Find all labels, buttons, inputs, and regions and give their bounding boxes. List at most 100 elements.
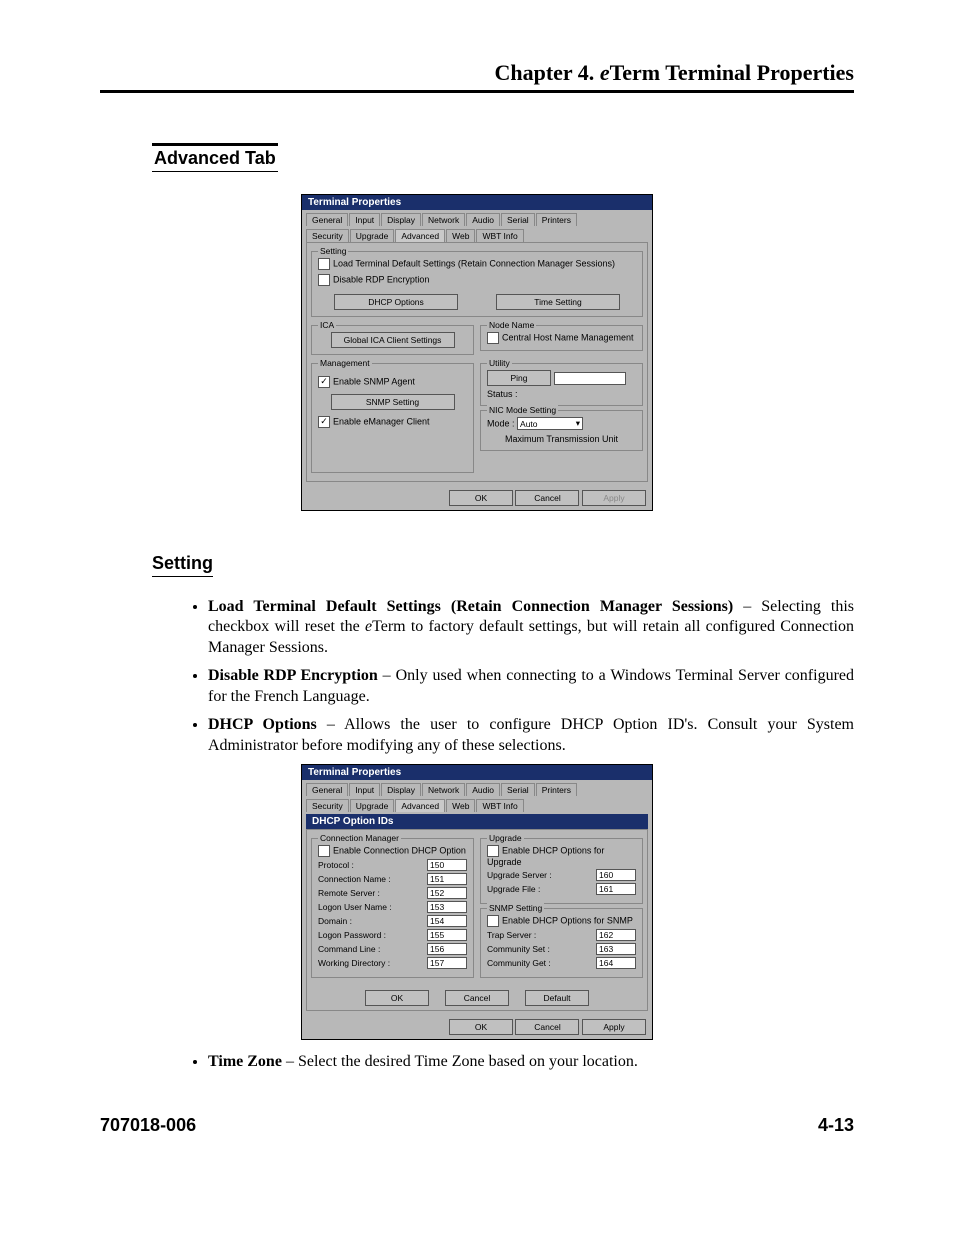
page-footer: 707018-006 4-13 [100,1115,854,1136]
tab-security[interactable]: Security [306,229,349,242]
tab-wbt-info[interactable]: WBT Info [476,229,523,242]
tab-network-2[interactable]: Network [422,783,465,796]
legend-node-name: Node Name [487,320,536,330]
field-label: Upgrade Server : [487,870,596,880]
field-label: Trap Server : [487,930,596,940]
connection-name-input[interactable]: 151 [427,873,467,885]
bullet-load-default: Load Terminal Default Settings (Retain C… [208,597,854,658]
tab-input[interactable]: Input [349,213,380,226]
working-dir-input[interactable]: 157 [427,957,467,969]
apply-button[interactable]: Apply [582,490,646,506]
checkbox-enable-upgrade-dhcp[interactable] [487,845,499,857]
tab-network[interactable]: Network [422,213,465,226]
tab-printers[interactable]: Printers [536,213,577,226]
tab-web-2[interactable]: Web [446,799,475,812]
snmp-setting-button[interactable]: SNMP Setting [331,394,455,410]
checkbox-load-default[interactable] [318,258,330,270]
section-advanced-tab: Advanced Tab [152,143,278,172]
protocol-input[interactable]: 150 [427,859,467,871]
time-setting-button[interactable]: Time Setting [496,294,620,310]
checkbox-enable-snmp[interactable] [318,376,330,388]
cancel-button[interactable]: Cancel [515,490,579,506]
document-page: Chapter 4. eTerm Terminal Properties Adv… [0,0,954,1176]
dhcp-options-button[interactable]: DHCP Options [334,294,458,310]
apply-button-2[interactable]: Apply [582,1019,646,1035]
row-disable-rdp: Disable RDP Encryption [318,274,636,286]
inner-ok-button[interactable]: OK [365,990,429,1006]
group-connection-manager: Connection Manager Enable Connection DHC… [311,838,474,978]
ok-button-2[interactable]: OK [449,1019,513,1035]
inner-cancel-button[interactable]: Cancel [445,990,509,1006]
footer-page-number: 4-13 [818,1115,854,1136]
dialog-titlebar-2: Terminal Properties [302,765,652,780]
checkbox-disable-rdp[interactable] [318,274,330,286]
tab-web[interactable]: Web [446,229,475,242]
dialog-button-row: OK Cancel Apply [302,486,652,510]
chapter-italic-e: e [600,60,610,85]
bullet-bold: Time Zone [208,1053,282,1070]
upgrade-server-input[interactable]: 160 [596,869,636,881]
checkbox-enable-cm-dhcp[interactable] [318,845,330,857]
dialog-panel-2: Connection Manager Enable Connection DHC… [306,829,648,1011]
tab-upgrade[interactable]: Upgrade [350,229,395,242]
remote-server-input[interactable]: 152 [427,887,467,899]
screenshot-terminal-properties-advanced: Terminal Properties General Input Displa… [100,194,854,511]
group-snmp-setting: SNMP Setting Enable DHCP Options for SNM… [480,908,643,978]
ok-button[interactable]: OK [449,490,513,506]
tab-audio[interactable]: Audio [466,213,500,226]
label-load-default: Load Terminal Default Settings (Retain C… [333,258,615,268]
tab-input-2[interactable]: Input [349,783,380,796]
logon-user-input[interactable]: 153 [427,901,467,913]
tab-advanced-2[interactable]: Advanced [395,799,445,812]
trap-server-input[interactable]: 162 [596,929,636,941]
upgrade-file-input[interactable]: 161 [596,883,636,895]
ica-settings-button[interactable]: Global ICA Client Settings [331,332,455,348]
chapter-header: Chapter 4. eTerm Terminal Properties [100,60,854,93]
ping-input[interactable] [554,372,626,385]
legend-setting: Setting [318,246,348,256]
label-enable-snmp-dhcp: Enable DHCP Options for SNMP [502,916,633,926]
tabs-row-1: General Input Display Network Audio Seri… [302,210,652,226]
tab-general-2[interactable]: General [306,783,348,796]
tab-printers-2[interactable]: Printers [536,783,577,796]
label-enable-emanager: Enable eManager Client [333,416,430,426]
tab-security-2[interactable]: Security [306,799,349,812]
field-label: Protocol : [318,860,427,870]
tab-upgrade-2[interactable]: Upgrade [350,799,395,812]
bullet-bold: DHCP Options [208,716,317,733]
mode-select[interactable]: Auto▾ [517,417,583,430]
bullet-dhcp-options: DHCP Options – Allows the user to config… [208,715,854,756]
ping-button[interactable]: Ping [487,370,551,386]
tab-wbt-info-2[interactable]: WBT Info [476,799,523,812]
logon-password-input[interactable]: 155 [427,929,467,941]
chapter-rest: Term Terminal Properties [610,60,854,85]
tab-display[interactable]: Display [381,213,421,226]
footer-doc-number: 707018-006 [100,1115,196,1136]
tab-display-2[interactable]: Display [381,783,421,796]
tab-general[interactable]: General [306,213,348,226]
bullet-time-zone: Time Zone – Select the desired Time Zone… [208,1052,854,1072]
dialog-dhcp-option-ids: Terminal Properties General Input Displa… [301,764,653,1040]
checkbox-enable-snmp-dhcp[interactable] [487,915,499,927]
bullet-list-1: Load Terminal Default Settings (Retain C… [208,597,854,756]
domain-input[interactable]: 154 [427,915,467,927]
tab-serial[interactable]: Serial [501,213,535,226]
inner-button-row: OK Cancel Default [311,990,643,1006]
chapter-prefix: Chapter 4. [494,60,599,85]
screenshot-dhcp-option-ids: Terminal Properties General Input Displa… [100,764,854,1040]
group-utility: Utility Ping Status : [480,363,643,406]
group-setting: Setting Load Terminal Default Settings (… [311,251,643,317]
inner-default-button[interactable]: Default [525,990,589,1006]
checkbox-enable-emanager[interactable] [318,416,330,428]
tab-audio-2[interactable]: Audio [466,783,500,796]
checkbox-central-host[interactable] [487,332,499,344]
legend-ica: ICA [318,320,336,330]
cancel-button-2[interactable]: Cancel [515,1019,579,1035]
mtu-label: Maximum Transmission Unit [487,434,636,444]
community-set-input[interactable]: 163 [596,943,636,955]
dialog-terminal-properties: Terminal Properties General Input Displa… [301,194,653,511]
community-get-input[interactable]: 164 [596,957,636,969]
tab-serial-2[interactable]: Serial [501,783,535,796]
tab-advanced[interactable]: Advanced [395,229,445,242]
command-line-input[interactable]: 156 [427,943,467,955]
